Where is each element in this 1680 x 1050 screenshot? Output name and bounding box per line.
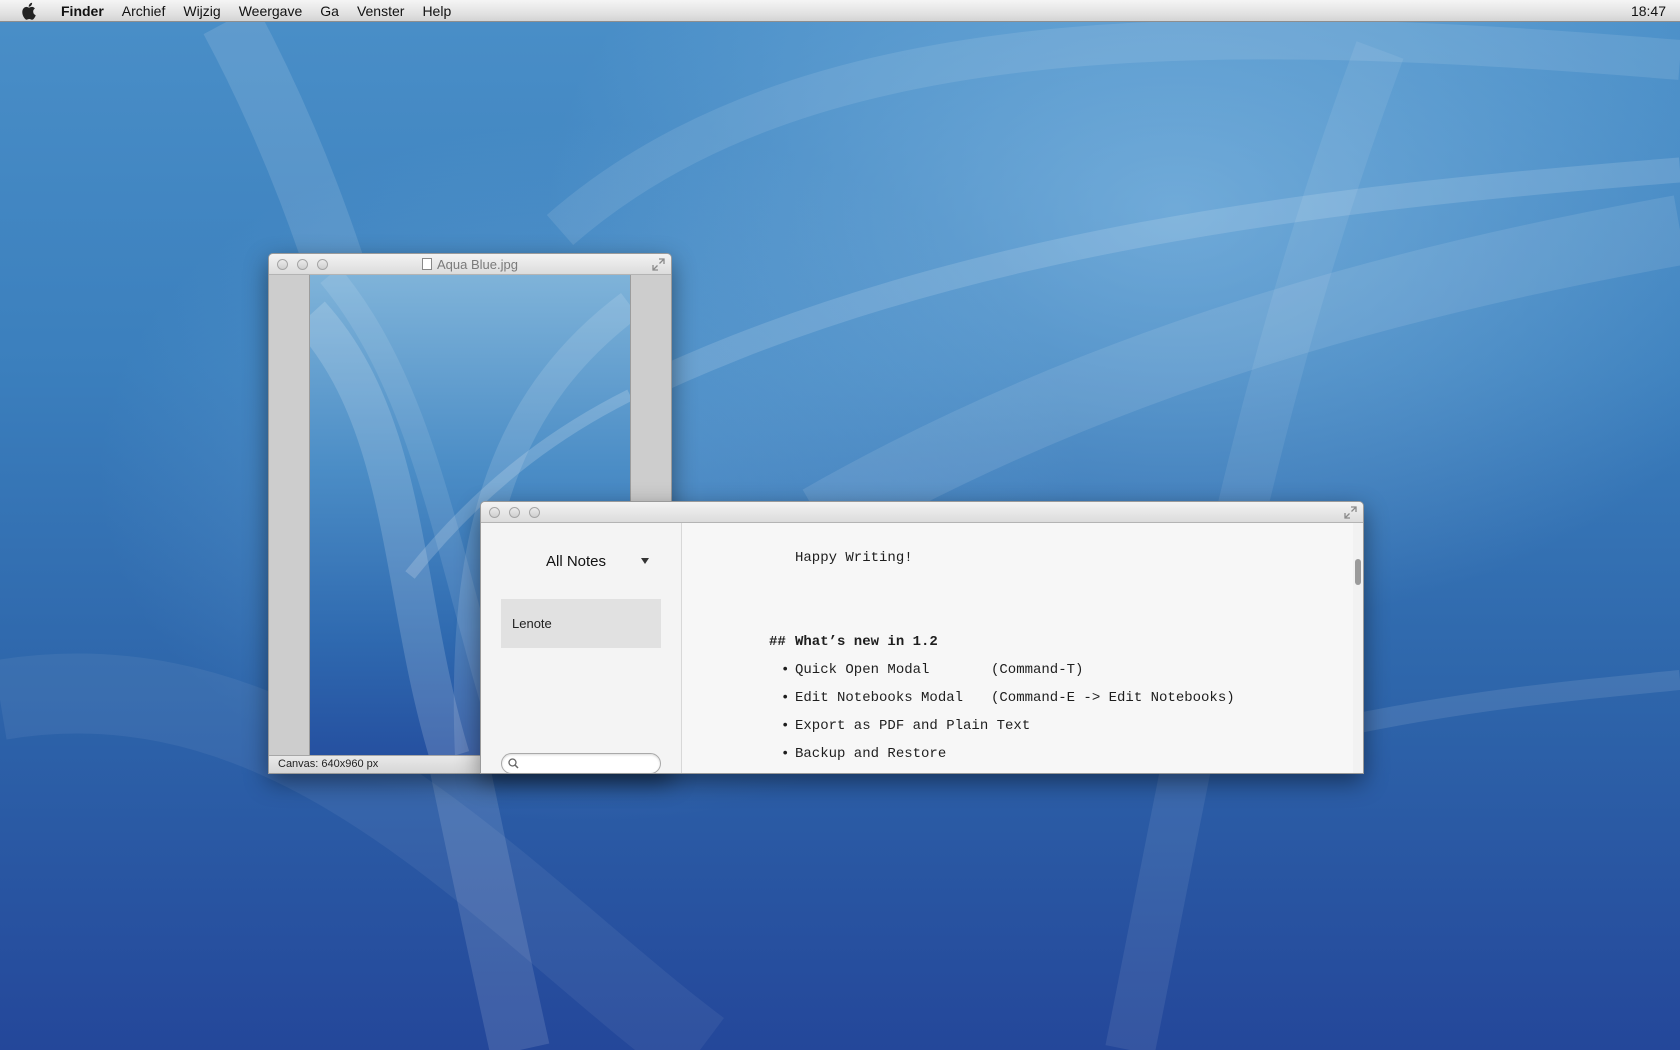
menu-venster[interactable]: Venster	[348, 0, 413, 22]
menu-archief[interactable]: Archief	[113, 0, 175, 22]
preview-titlebar[interactable]: Aqua Blue.jpg	[269, 254, 671, 275]
fullscreen-icon[interactable]	[1344, 506, 1357, 519]
bullet-icon: •	[781, 690, 790, 706]
zoom-button[interactable]	[529, 507, 540, 518]
menu-bar: Finder Archief Wijzig Weergave Ga Venste…	[0, 0, 1680, 22]
scrollbar-thumb[interactable]	[1355, 559, 1361, 585]
apple-menu-icon[interactable]	[18, 2, 38, 20]
search-icon	[508, 758, 519, 769]
close-button[interactable]	[489, 507, 500, 518]
preview-title-text: Aqua Blue.jpg	[437, 257, 518, 272]
feature-text: Quick Open Modal	[795, 662, 930, 678]
search-input[interactable]	[522, 756, 654, 771]
feature-text: Export as PDF and Plain Text	[795, 718, 1031, 734]
menu-wijzig[interactable]: Wijzig	[174, 0, 229, 22]
fullscreen-icon[interactable]	[652, 258, 665, 271]
notes-sidebar: All Notes Lenote	[481, 523, 682, 773]
note-list-item[interactable]: Lenote	[501, 599, 661, 648]
bullet-icon: •	[781, 718, 790, 734]
notes-titlebar[interactable]	[481, 502, 1363, 523]
menu-help[interactable]: Help	[413, 0, 460, 22]
editor-intro-line: Happy Writing!	[795, 550, 913, 566]
editor-scrollbar[interactable]	[1353, 523, 1363, 773]
menu-weergave[interactable]: Weergave	[230, 0, 312, 22]
search-field[interactable]	[501, 753, 661, 773]
menu-ga[interactable]: Ga	[311, 0, 348, 22]
image-document-icon	[422, 258, 433, 270]
bullet-icon: •	[781, 662, 790, 678]
preview-window-title: Aqua Blue.jpg	[269, 254, 671, 275]
chevron-down-icon[interactable]	[641, 558, 649, 564]
menubar-clock[interactable]: 18:47	[1631, 0, 1666, 22]
minimize-button[interactable]	[509, 507, 520, 518]
feature-text: Backup and Restore	[795, 746, 947, 762]
bullet-icon: •	[781, 746, 790, 762]
note-editor[interactable]: Happy Writing! ## What’s new in 1.2 • Qu…	[683, 523, 1353, 773]
notebook-selector[interactable]: All Notes	[546, 553, 606, 570]
editor-heading: What’s new in 1.2	[795, 634, 938, 650]
editor-heading-marker: ##	[769, 634, 786, 650]
feature-shortcut: (Command-T)	[991, 662, 1084, 678]
notes-window: All Notes Lenote Happy Writing! ## What’…	[480, 501, 1364, 774]
menu-app-finder[interactable]: Finder	[52, 0, 113, 22]
feature-shortcut: (Command-E -> Edit Notebooks)	[991, 690, 1235, 706]
feature-text: Edit Notebooks Modal	[795, 690, 964, 706]
preview-left-margin	[269, 275, 310, 757]
